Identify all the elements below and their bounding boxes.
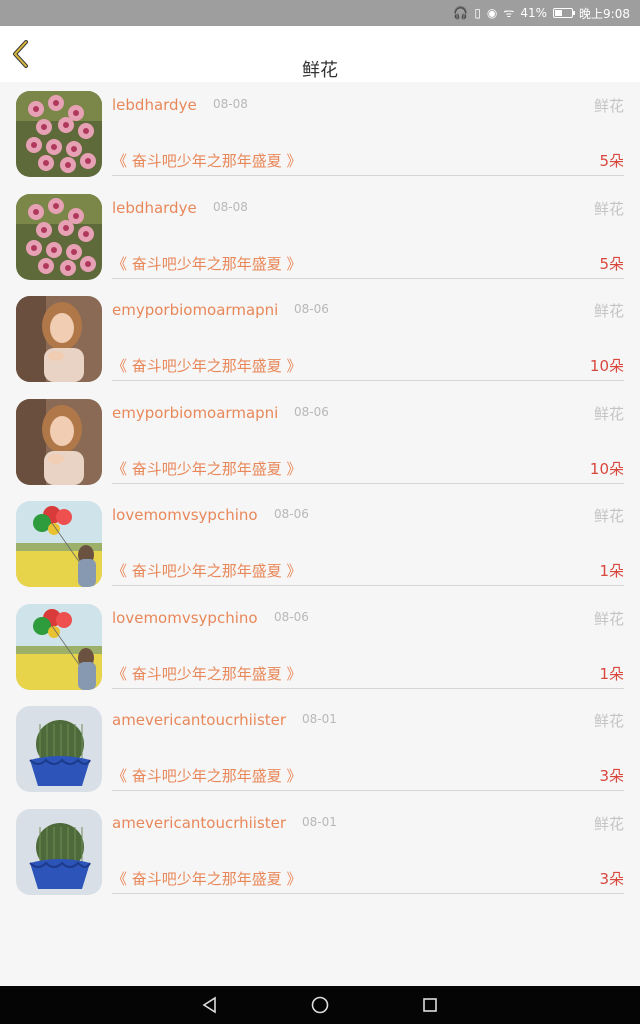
user-name: emyporbiomoarmapni [112,301,279,319]
user-name: emyporbiomoarmapni [112,403,279,422]
list-item[interactable]: lovemomvsypchino 08-06 鲜花《 奋斗吧少年之那年盛夏 》 1朵 [0,595,640,698]
gift-list: lebdhardye 08-08 鲜花《 奋斗吧少年之那年盛夏 》 5朵 lebdhar… [0,82,640,902]
list-item[interactable]: lebdhardye 08-08 鲜花《 奋斗吧少年之那年盛夏 》 5朵 [0,82,640,185]
clock: 晚上9:08 [579,6,630,21]
work-title[interactable]: 《 奋斗吧少年之那年盛夏 》 [112,355,302,376]
list-item[interactable]: lovemomvsypchino 08-06 鲜花《 奋斗吧少年之那年盛夏 》 1朵 [0,492,640,595]
square-recents-icon [423,998,437,1012]
work-title[interactable]: 《 奋斗吧少年之那年盛夏 》 [112,663,302,684]
user-name: lebdhardye [112,198,197,217]
divider [112,687,624,689]
gift-date: 08-08 [213,199,248,214]
gift-date: 08-06 [274,507,309,521]
divider [112,482,624,484]
gift-date: 08-08 [213,97,248,111]
work-title[interactable]: 《 奋斗吧少年之那年盛夏 》 [112,253,302,274]
avatar[interactable] [16,501,102,587]
nav-recents-button[interactable] [418,993,442,1017]
work-title[interactable]: 《 奋斗吧少年之那年盛夏 》 [112,458,302,479]
gift-category: 鲜花 [593,404,624,423]
list-item[interactable]: emyporbiomoarmapni 08-06 鲜花《 奋斗吧少年之那年盛夏 》 1… [0,390,640,493]
divider [112,790,624,791]
divider [112,892,624,894]
list-item[interactable]: emyporbiomoarmapni 08-06 鲜花《 奋斗吧少年之那年盛夏 》 1… [0,287,640,390]
avatar[interactable] [16,808,102,895]
gift-count: 1朵 [599,664,624,683]
gift-count: 5朵 [599,152,624,170]
avatar[interactable] [16,603,102,690]
gift-count: 3朵 [599,767,624,785]
headphones-icon: 🎧 [453,6,469,20]
gift-category: 鲜花 [593,97,624,115]
vibrate-icon: ▯ [474,6,481,20]
circle-home-icon [311,996,329,1014]
gift-category: 鲜花 [593,712,624,730]
user-name: lovemomvsypchino [112,608,258,627]
gift-count: 10朵 [589,459,624,478]
avatar[interactable] [16,398,102,485]
gift-category: 鲜花 [593,814,624,833]
nav-back-button[interactable] [198,993,222,1017]
wifi-icon: ᯤ [503,6,515,20]
gift-category: 鲜花 [593,609,624,628]
list-item[interactable]: lebdhardye 08-08 鲜花《 奋斗吧少年之那年盛夏 》 5朵 [0,185,640,288]
gift-count: 10朵 [589,357,624,375]
divider [112,380,624,381]
gift-count: 3朵 [599,869,624,888]
avatar[interactable] [16,193,102,280]
nav-home-button[interactable] [308,993,332,1017]
avatar[interactable] [16,706,102,792]
battery-percent: 41% [520,6,548,20]
gift-date: 08-06 [294,302,329,316]
status-bar: 🎧 ▯ ◉ ᯤ 41% 晚上9:08 [0,0,640,26]
eye-icon: ◉ [486,6,498,20]
work-title[interactable]: 《 奋斗吧少年之那年盛夏 》 [112,765,302,786]
system-nav-bar [0,986,640,1024]
gift-date: 08-06 [294,404,329,419]
gift-category: 鲜花 [593,199,624,218]
gift-category: 鲜花 [593,302,624,320]
work-title[interactable]: 《 奋斗吧少年之那年盛夏 》 [112,150,302,171]
gift-category: 鲜花 [593,507,624,525]
gift-date: 08-01 [302,814,337,829]
gift-date: 08-01 [302,712,337,726]
gift-count: 5朵 [599,254,624,273]
header: 鲜花 [0,26,640,82]
list-item[interactable]: amevericantoucrhiister 08-01 鲜花《 奋斗吧少年之那年盛… [0,697,640,800]
avatar[interactable] [16,296,102,382]
avatar[interactable] [16,91,102,177]
user-name: amevericantoucrhiister [112,813,287,832]
user-name: lovemomvsypchino [112,506,258,524]
triangle-back-icon [202,996,216,1014]
page-title: 鲜花 [302,60,338,81]
work-title[interactable]: 《 奋斗吧少年之那年盛夏 》 [112,868,302,889]
divider [112,585,624,586]
gift-date: 08-06 [274,609,309,624]
list-item[interactable]: amevericantoucrhiister 08-01 鲜花《 奋斗吧少年之那年盛… [0,800,640,903]
divider [112,175,624,176]
gift-count: 1朵 [599,562,624,580]
user-name: lebdhardye [112,96,197,114]
work-title[interactable]: 《 奋斗吧少年之那年盛夏 》 [112,560,302,581]
divider [112,277,624,279]
battery-icon [553,8,576,18]
user-name: amevericantoucrhiister [112,711,287,729]
